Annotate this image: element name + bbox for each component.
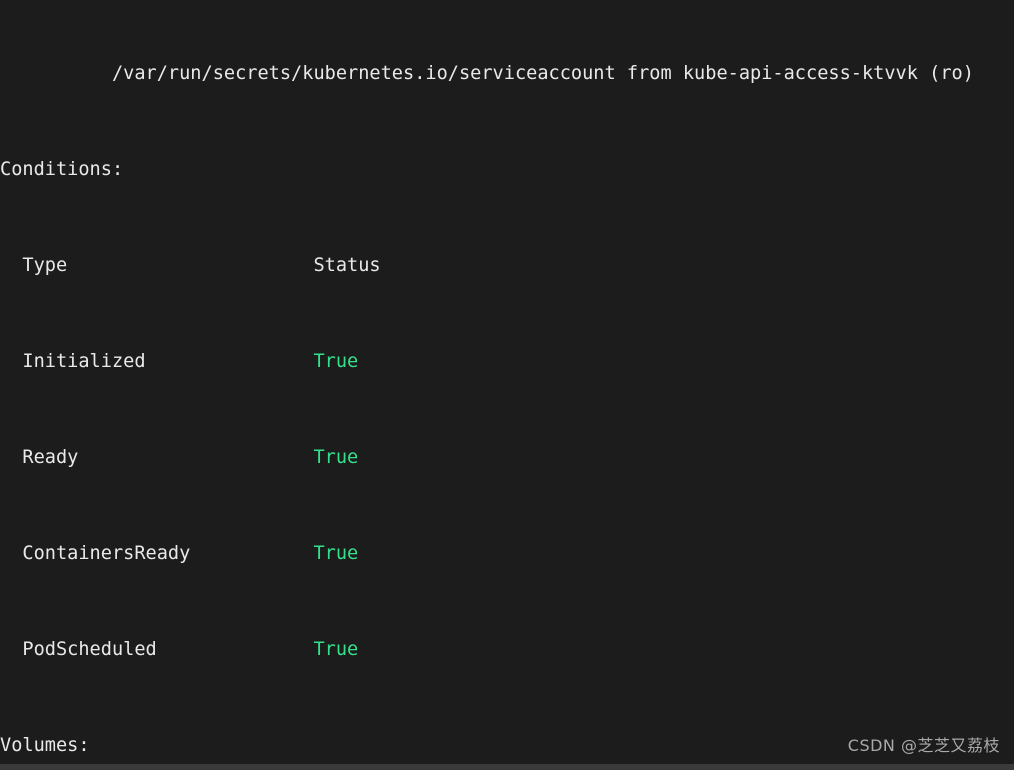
condition-type: Initialized: [0, 351, 314, 372]
conditions-row-podscheduled: PodScheduled True: [0, 638, 1014, 662]
conditions-col-type: Type: [0, 255, 314, 276]
conditions-row-initialized: Initialized True: [0, 350, 1014, 374]
condition-type: PodScheduled: [0, 639, 314, 660]
conditions-row-ready: Ready True: [0, 446, 1014, 470]
line-text: /var/run/secrets/kubernetes.io/serviceac…: [0, 63, 974, 84]
window-bottom-edge: [0, 764, 1014, 770]
terminal-window[interactable]: /var/run/secrets/kubernetes.io/serviceac…: [0, 0, 1014, 770]
line-text: Conditions:: [0, 159, 124, 180]
conditions-row-containersready: ContainersReady True: [0, 542, 1014, 566]
output-line-mount-path: /var/run/secrets/kubernetes.io/serviceac…: [0, 62, 1014, 86]
conditions-table-header: Type Status: [0, 254, 1014, 278]
terminal-screen: /var/run/secrets/kubernetes.io/serviceac…: [0, 0, 1014, 770]
condition-type: ContainersReady: [0, 543, 314, 564]
output-line-conditions-header: Conditions:: [0, 158, 1014, 182]
condition-status: True: [313, 543, 359, 564]
line-text: Volumes:: [0, 735, 90, 756]
condition-status: True: [313, 639, 359, 660]
condition-type: Ready: [0, 447, 314, 468]
conditions-col-status: Status: [313, 255, 381, 276]
condition-status: True: [313, 351, 359, 372]
condition-status: True: [313, 447, 359, 468]
output-line-volumes-header: Volumes:: [0, 734, 1014, 758]
